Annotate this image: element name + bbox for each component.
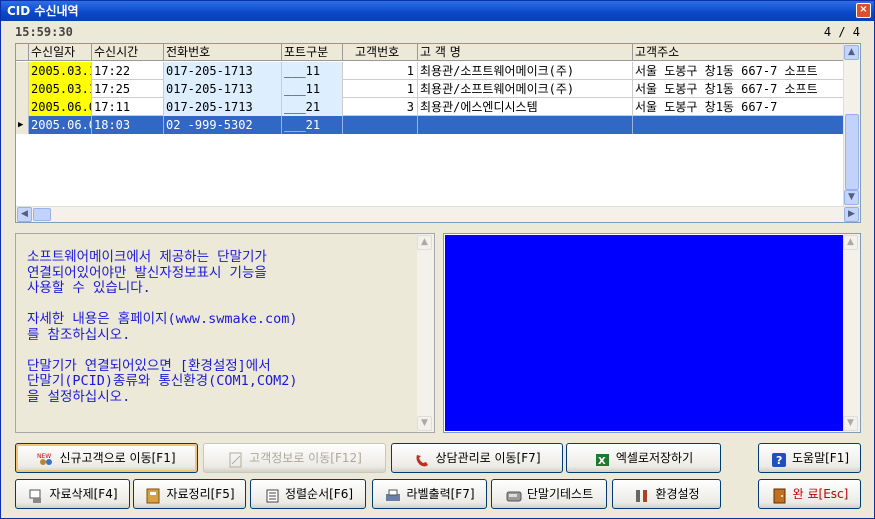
cell-name	[418, 116, 633, 134]
new-customer-button[interactable]: NEW 신규고객으로 이동[F1]	[15, 443, 198, 473]
table-row-selected[interactable]: ▶ 2005.06.07 18:03 02 -999-5302 ___21	[16, 116, 844, 134]
current-row-arrow-icon: ▶	[16, 116, 29, 134]
cell-port: ___21	[282, 98, 343, 116]
header-address[interactable]: 고객주소	[633, 44, 844, 61]
sort-icon	[263, 486, 281, 502]
scroll-up-icon[interactable]: ▲	[417, 235, 432, 250]
cell-port: ___21	[282, 116, 343, 134]
cell-time: 17:11	[92, 98, 164, 116]
info-message: 소프트웨어메이크에서 제공하는 단말기가 연결되어있어야만 발신자정보표시 기능…	[27, 249, 298, 405]
cell-date: 2005.03.15	[29, 80, 92, 98]
cell-address: 서울 도봉구 창1동 667-7 소프트	[635, 82, 818, 96]
cell-date: 2005.06.07	[29, 116, 92, 134]
delete-data-button[interactable]: 자료삭제[F4]	[15, 479, 130, 509]
cell-phone: 017-205-1713	[164, 98, 282, 116]
scroll-up-icon[interactable]: ▲	[843, 235, 858, 250]
new-user-icon: NEW	[37, 450, 55, 466]
consult-button[interactable]: 상담관리로 이동[F7]	[391, 443, 563, 473]
cell-name: 최용관/소프트웨어메이크(주)	[418, 62, 633, 80]
title-bar[interactable]: CID 수신내역 ×	[1, 1, 874, 21]
info-scrollbar[interactable]: ▲ ▼	[417, 234, 434, 432]
printer-icon	[384, 486, 402, 502]
terminal-test-button[interactable]: 단말기테스트	[491, 479, 607, 509]
settings-button[interactable]: 환경설정	[612, 479, 721, 509]
grid-horizontal-scrollbar[interactable]: ◀ ▶	[16, 206, 860, 222]
cell-port: ___11	[282, 80, 343, 98]
scroll-left-icon[interactable]: ◀	[17, 207, 32, 222]
cell-custno: 3	[343, 98, 418, 116]
cell-phone: 017-205-1713	[164, 62, 282, 80]
info-panel: 소프트웨어메이크에서 제공하는 단말기가 연결되어있어야만 발신자정보표시 기능…	[15, 233, 435, 433]
cell-time: 17:25	[92, 80, 164, 98]
scroll-down-icon[interactable]: ▼	[843, 416, 858, 431]
cell-address	[633, 116, 844, 134]
table-row[interactable]: 2005.03.15 17:25 017-205-1713 ___11 1 최용…	[16, 80, 844, 98]
done-button[interactable]: 완 료[Esc]	[758, 479, 861, 509]
svg-text:X: X	[598, 456, 606, 467]
cell-time: 17:22	[92, 62, 164, 80]
help-button[interactable]: ? 도움말[F1]	[758, 443, 861, 473]
header-time[interactable]: 수신시간	[92, 44, 164, 61]
blue-display-area	[445, 235, 843, 431]
horizontal-scroll-thumb[interactable]	[33, 208, 51, 221]
header-port[interactable]: 포트구분	[282, 44, 343, 61]
sort-order-button[interactable]: 정렬순서[F6]	[250, 479, 366, 509]
excel-export-button[interactable]: X 엑셀로저장하기	[566, 443, 721, 473]
tools-icon	[633, 486, 651, 502]
cell-time: 18:03	[92, 116, 164, 134]
table-row[interactable]: 2005.06.07 17:11 017-205-1713 ___21 3 최용…	[16, 98, 844, 116]
header-custno[interactable]: 고객번호	[343, 44, 418, 61]
cid-window: CID 수신내역 × 15:59:30 4 / 4 수신일자 수신시간 전화번호…	[0, 0, 875, 519]
header-phone[interactable]: 전화번호	[164, 44, 282, 61]
label-print-button[interactable]: 라벨출력[F7]	[372, 479, 487, 509]
cell-date: 2005.03.15	[29, 62, 92, 80]
header-name[interactable]: 고 객 명	[418, 44, 633, 61]
cell-custno	[343, 116, 418, 134]
scroll-up-icon[interactable]: ▲	[844, 45, 859, 60]
cell-name: 최용관/소프트웨어메이크(주)	[418, 80, 633, 98]
vertical-scroll-thumb[interactable]	[845, 114, 859, 190]
cell-address: 서울 도봉구 창1동 667-7 소프트	[635, 64, 818, 78]
cell-phone: 02 -999-5302	[164, 116, 282, 134]
cell-phone: 017-205-1713	[164, 80, 282, 98]
preview-scrollbar[interactable]: ▲ ▼	[843, 234, 860, 432]
scroll-right-icon[interactable]: ▶	[844, 207, 859, 222]
excel-icon: X	[594, 450, 612, 467]
cell-custno: 1	[343, 80, 418, 98]
scroll-down-icon[interactable]: ▼	[844, 190, 859, 205]
cell-name: 최용관/에스엔디시스템	[418, 98, 633, 116]
clock-time: 15:59:30	[15, 25, 73, 39]
grid-vertical-scrollbar[interactable]: ▲ ▼	[843, 44, 860, 207]
customer-info-button[interactable]: 고객정보로 이동[F12]	[203, 443, 386, 473]
cell-custno: 1	[343, 62, 418, 80]
delete-icon	[27, 486, 45, 503]
cell-port: ___11	[282, 62, 343, 80]
help-icon: ?	[770, 450, 788, 467]
close-button[interactable]: ×	[856, 3, 871, 18]
row-marker	[16, 62, 29, 80]
terminal-device-icon	[505, 486, 523, 502]
call-log-grid[interactable]: 수신일자 수신시간 전화번호 포트구분 고객번호 고 객 명 고객주소 2005…	[15, 43, 861, 223]
document-icon	[227, 450, 245, 467]
grid-header: 수신일자 수신시간 전화번호 포트구분 고객번호 고 객 명 고객주소	[16, 44, 844, 61]
record-pager: 4 / 4	[823, 25, 860, 39]
cell-address: 서울 도봉구 창1동 667-7	[635, 100, 778, 114]
cabinet-icon	[144, 486, 162, 503]
table-row[interactable]: 2005.03.15 17:22 017-205-1713 ___11 1 최용…	[16, 62, 844, 80]
svg-text:?: ?	[776, 454, 782, 467]
cell-date: 2005.06.07	[29, 98, 92, 116]
svg-text:NEW: NEW	[37, 453, 51, 460]
scroll-down-icon[interactable]: ▼	[417, 416, 432, 431]
exit-door-icon	[771, 486, 789, 503]
row-marker	[16, 80, 29, 98]
header-date[interactable]: 수신일자	[29, 44, 92, 61]
arrange-data-button[interactable]: 자료정리[F5]	[133, 479, 246, 509]
phone-icon	[414, 450, 432, 466]
header-marker	[16, 44, 29, 61]
display-preview: ▲ ▼	[443, 233, 861, 433]
row-marker	[16, 98, 29, 116]
window-title: CID 수신내역	[7, 4, 79, 18]
